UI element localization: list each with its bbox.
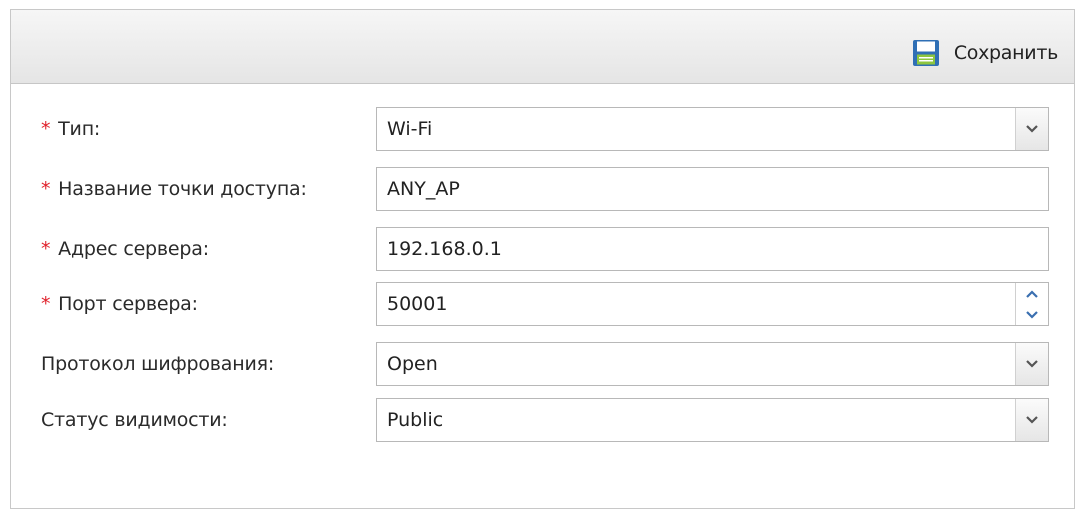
type-select[interactable]: Wi-Fi bbox=[376, 107, 1049, 151]
chevron-down-icon bbox=[1026, 125, 1038, 133]
type-select-value: Wi-Fi bbox=[387, 118, 433, 140]
encryption-select[interactable]: Open bbox=[376, 342, 1049, 386]
server-address-label: * Адрес сервера: bbox=[41, 238, 209, 260]
server-port-stepper[interactable]: 50001 bbox=[376, 282, 1049, 326]
ap-name-input[interactable] bbox=[376, 167, 1049, 211]
ap-name-label: * Название точки доступа: bbox=[41, 178, 307, 200]
chevron-down-icon bbox=[1026, 310, 1038, 319]
server-address-input[interactable] bbox=[376, 227, 1049, 271]
visibility-row: Статус видимости: Public bbox=[11, 398, 1074, 442]
visibility-label: Статус видимости: bbox=[41, 409, 228, 431]
required-marker: * bbox=[41, 178, 51, 200]
chevron-down-icon bbox=[1026, 360, 1038, 368]
decrement-button[interactable] bbox=[1016, 304, 1048, 325]
server-address-row: * Адрес сервера: bbox=[11, 227, 1074, 271]
type-dropdown-trigger[interactable] bbox=[1015, 108, 1048, 150]
floppy-disk-icon bbox=[912, 40, 939, 66]
encryption-select-value: Open bbox=[387, 353, 438, 375]
visibility-select-value: Public bbox=[387, 409, 444, 431]
required-marker: * bbox=[41, 293, 51, 315]
chevron-down-icon bbox=[1026, 416, 1038, 424]
encryption-label: Протокол шифрования: bbox=[41, 353, 275, 375]
server-port-value: 50001 bbox=[387, 293, 448, 315]
encryption-dropdown-trigger[interactable] bbox=[1015, 343, 1048, 385]
toolbar: Сохранить bbox=[11, 10, 1074, 84]
ap-name-row: * Название точки доступа: bbox=[11, 167, 1074, 211]
type-row: * Тип: Wi-Fi bbox=[11, 107, 1074, 151]
save-button[interactable]: Сохранить bbox=[912, 36, 1058, 70]
visibility-select[interactable]: Public bbox=[376, 398, 1049, 442]
server-port-row: * Порт сервера: 50001 bbox=[11, 282, 1074, 326]
save-button-label: Сохранить bbox=[953, 42, 1058, 64]
increment-button[interactable] bbox=[1016, 283, 1048, 304]
required-marker: * bbox=[41, 238, 51, 260]
required-marker: * bbox=[41, 118, 51, 140]
type-label: * Тип: bbox=[41, 118, 101, 140]
server-port-spinner bbox=[1015, 283, 1048, 325]
server-port-label: * Порт сервера: bbox=[41, 293, 198, 315]
chevron-up-icon bbox=[1026, 289, 1038, 298]
visibility-dropdown-trigger[interactable] bbox=[1015, 399, 1048, 441]
encryption-row: Протокол шифрования: Open bbox=[11, 342, 1074, 386]
settings-panel: Сохранить * Тип: Wi-Fi * Название точки … bbox=[10, 9, 1075, 509]
